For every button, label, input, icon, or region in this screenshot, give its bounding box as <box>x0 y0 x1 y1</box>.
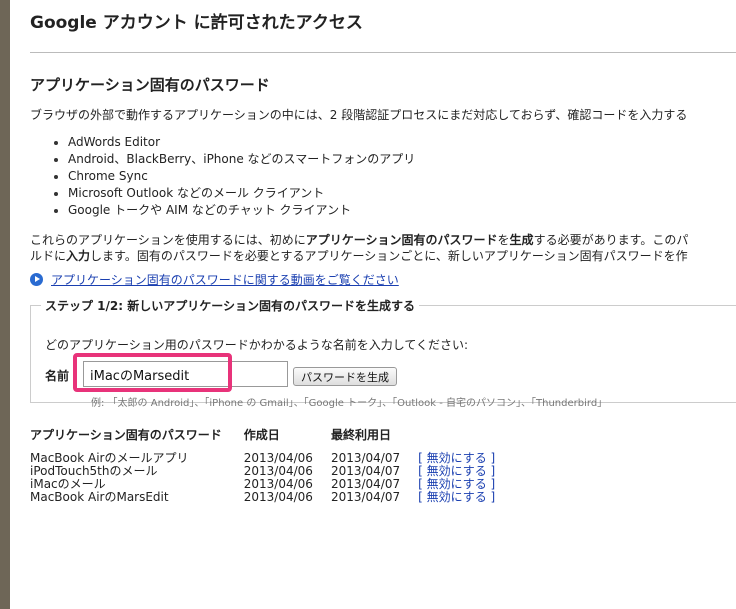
col-header: 最終利用日 <box>330 428 391 442</box>
table-header: アプリケーション固有のパスワード 作成日 最終利用日 <box>30 426 513 452</box>
divider <box>30 52 736 53</box>
col-header: 作成日 <box>243 428 280 442</box>
app-name: MacBook AirのMarsEdit <box>30 490 169 504</box>
video-link[interactable]: アプリケーション固有のパスワードに関する動画をご覧ください <box>51 271 399 288</box>
list-item: Android、BlackBerry、iPhone などのスマートフォンのアプリ <box>52 151 415 168</box>
list-item: Google トークや AIM などのチャット クライアント <box>52 202 415 219</box>
col-header: アプリケーション固有のパスワード <box>30 428 222 442</box>
list-item: Chrome Sync <box>52 168 415 185</box>
page-title: Google アカウント に許可されたアクセス <box>30 13 363 33</box>
example-text: 例: 「太郎の Android」、「iPhone の Gmail」、「Googl… <box>91 398 608 409</box>
name-label: 名前 <box>45 369 70 383</box>
table-row: MacBook AirのMarsEdit 2013/04/06 2013/04/… <box>30 491 513 504</box>
step-description: どのアプリケーション用のパスワードかわかるような名前を入力してください: <box>45 338 469 352</box>
list-item: AdWords Editor <box>52 134 415 151</box>
app-list: AdWords Editor Android、BlackBerry、iPhone… <box>52 134 415 219</box>
generate-password-button[interactable]: パスワードを生成 <box>293 367 397 386</box>
col-header <box>418 426 513 452</box>
para-text: これらのアプリケーションを使用するには、初めに <box>30 233 306 247</box>
video-link-row: アプリケーション固有のパスワードに関する動画をご覧ください <box>30 271 399 288</box>
highlight-box <box>73 353 232 392</box>
para-bold: 入力 <box>66 249 91 263</box>
last-used-date: 2013/04/07 <box>330 490 401 504</box>
page: Google アカウント に許可されたアクセス アプリケーション固有のパスワード… <box>10 0 736 609</box>
para-text: します。固有のパスワードを必要とするアプリケーションごとに、新しいアプリケーショ… <box>90 249 688 263</box>
para-bold: アプリケーション固有のパスワード <box>305 233 498 247</box>
intro-text: ブラウザの外部で動作するアプリケーションの中には、2 段階認証プロセスにまだ対応… <box>30 108 688 122</box>
list-item: Microsoft Outlook などのメール クライアント <box>52 185 415 202</box>
section-title: アプリケーション固有のパスワード <box>30 76 270 94</box>
para-bold: 生成 <box>509 233 534 247</box>
step-legend: ステップ 1/2: 新しいアプリケーション固有のパスワードを生成する <box>45 299 415 313</box>
step-panel: ステップ 1/2: 新しいアプリケーション固有のパスワードを生成する どのアプリ… <box>30 297 736 409</box>
created-date: 2013/04/06 <box>243 490 313 504</box>
revoke-link[interactable]: [ 無効にする ] <box>418 491 513 504</box>
para-text: ルドに <box>30 249 67 263</box>
password-table: アプリケーション固有のパスワード 作成日 最終利用日 MacBook Airのメ… <box>30 426 513 504</box>
play-circle-icon[interactable] <box>30 273 43 286</box>
instructions-paragraph: これらのアプリケーションを使用するには、初めにアプリケーション固有のパスワードを… <box>30 232 688 264</box>
para-text: する必要があります。このパ <box>533 233 689 247</box>
para-text: を <box>497 233 510 247</box>
